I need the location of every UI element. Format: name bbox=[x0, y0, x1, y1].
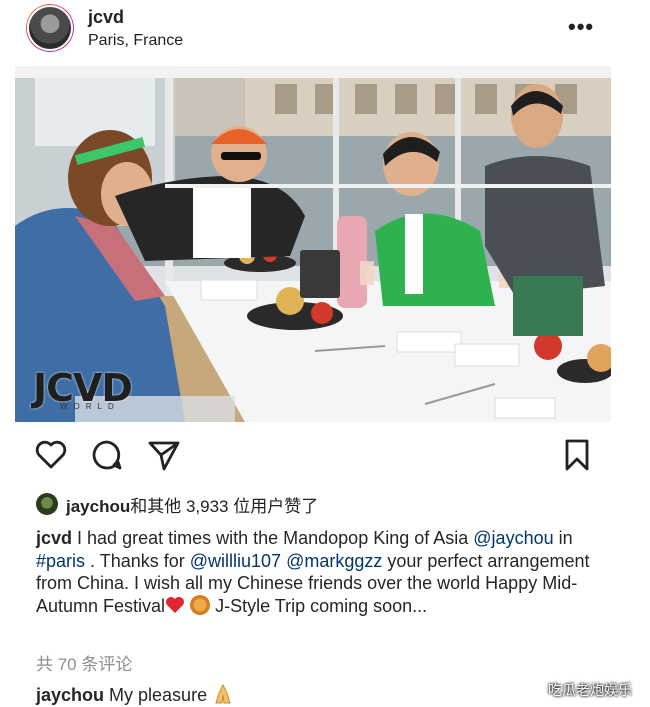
bookmark-icon[interactable] bbox=[560, 438, 594, 472]
liker-avatar[interactable] bbox=[36, 493, 58, 515]
liker-username[interactable]: jaychou bbox=[66, 497, 130, 516]
caption-username[interactable]: jcvd bbox=[36, 528, 72, 548]
comment-username[interactable]: jaychou bbox=[36, 685, 104, 705]
send-icon[interactable] bbox=[147, 438, 181, 472]
caption-text-3: . Thanks for bbox=[85, 550, 190, 571]
caption-text-2: in bbox=[553, 528, 573, 548]
moon-cake-icon bbox=[190, 594, 211, 615]
post-location[interactable]: Paris, France bbox=[88, 32, 183, 50]
folded-hands-icon bbox=[215, 683, 231, 704]
red-heart-icon bbox=[165, 595, 185, 615]
mention-jaychou[interactable]: @jaychou bbox=[473, 528, 553, 548]
view-comments-link[interactable]: 共 70 条评论 bbox=[36, 650, 132, 675]
action-bar bbox=[0, 438, 650, 478]
photo-watermark-sub: WORLD bbox=[60, 402, 120, 411]
avatar-image bbox=[27, 5, 73, 51]
caption-text-6: J-Style Trip coming soon... bbox=[210, 595, 428, 616]
profile-avatar[interactable] bbox=[26, 4, 74, 52]
mention-willliu107[interactable]: @willliu107 bbox=[190, 551, 281, 571]
mention-markggzz[interactable]: @markggzz bbox=[286, 551, 382, 571]
post-username[interactable]: jcvd bbox=[88, 7, 124, 28]
caption-text-1: I had great times with the Mandopop King… bbox=[72, 528, 474, 548]
more-options-icon[interactable]: ••• bbox=[568, 14, 594, 40]
corner-watermark: 吃瓜老炮娱乐 bbox=[548, 682, 632, 698]
likes-summary[interactable]: jaychou和其他 3,933 位用户赞了 bbox=[36, 492, 318, 516]
hashtag-paris[interactable]: #paris bbox=[36, 551, 85, 571]
heart-icon[interactable] bbox=[34, 438, 68, 472]
likes-text-wrap: jaychou和其他 3,933 位用户赞了 bbox=[66, 492, 318, 517]
comment-row: jaychou My pleasure bbox=[36, 683, 234, 706]
comment-icon[interactable] bbox=[90, 438, 124, 472]
comment-text: My pleasure bbox=[104, 685, 208, 705]
post-header: jcvd Paris, France ••• bbox=[0, 0, 650, 62]
likes-count-text: 和其他 3,933 位用户赞了 bbox=[130, 496, 319, 516]
post-photo[interactable]: JCVD WORLD bbox=[15, 66, 611, 422]
post-caption: jcvd I had great times with the Mandopop… bbox=[36, 527, 596, 617]
